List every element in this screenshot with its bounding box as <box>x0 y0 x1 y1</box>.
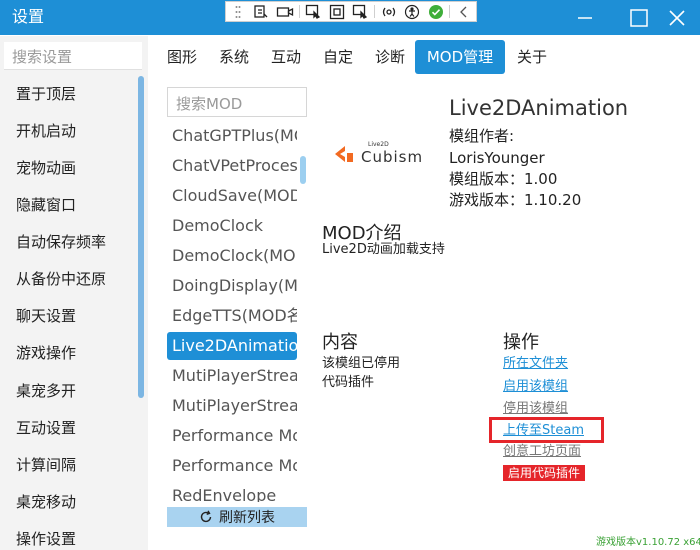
highlight-box <box>489 417 604 443</box>
mod-version: 模组版本：1.00 <box>449 170 558 188</box>
capture-toolbar <box>225 1 477 22</box>
mod-name-heading: Live2DAnimation <box>449 96 629 120</box>
mod-list-item[interactable]: EdgeTTS(MOD名 <box>167 302 297 330</box>
toolbar-divider <box>449 5 451 18</box>
mod-list-item[interactable]: MutiPlayerStrea <box>167 392 297 420</box>
tab-graphics[interactable]: 图形 <box>160 40 204 74</box>
sidebar-item-control-settings[interactable]: 操作设置 <box>16 529 76 549</box>
settings-sidebar: 搜索设置 置于顶层 开机启动 宠物动画 隐藏窗口 自动保存频率 从备份中还原 聊… <box>0 36 148 550</box>
disable-mod-link[interactable]: 停用该模组 <box>503 400 568 418</box>
sidebar-scrollbar[interactable] <box>138 76 144 398</box>
settings-window: 设置 搜索设置 置于顶层 开机启动 宠物动画 隐藏窗口 自动保存频率 从备份中还… <box>0 0 700 550</box>
logo-text: Cubism <box>361 148 424 166</box>
open-folder-link[interactable]: 所在文件夹 <box>503 355 568 373</box>
sidebar-item-interaction-settings[interactable]: 互动设置 <box>16 418 76 438</box>
collapse-icon[interactable] <box>452 2 476 21</box>
settings-search-input[interactable]: 搜索设置 <box>4 42 142 70</box>
mod-list-item[interactable]: ChatVPetProcess <box>167 152 297 180</box>
tab-custom[interactable]: 自定 <box>316 40 360 74</box>
mod-list-scrollbar[interactable] <box>300 156 306 184</box>
sidebar-item-hide-window[interactable]: 隐藏窗口 <box>16 195 76 215</box>
mod-list-item[interactable]: DemoClock <box>167 212 297 240</box>
game-version-footer: 游戏版本v1.10.72 x64 <box>596 537 700 548</box>
crop-icon[interactable] <box>348 2 372 21</box>
close-button[interactable] <box>654 0 700 35</box>
mod-list-item-selected[interactable]: Live2DAnimation <box>167 332 297 360</box>
check-icon[interactable] <box>424 2 448 21</box>
mod-list-item[interactable]: CloudSave(MOD <box>167 182 297 210</box>
accessibility-icon[interactable] <box>400 2 424 21</box>
content-type-text: 代码插件 <box>322 375 375 390</box>
mod-list-item[interactable]: DoingDisplay(MO <box>167 272 297 300</box>
minimize-icon <box>578 16 592 19</box>
tab-diagnostics[interactable]: 诊断 <box>368 40 412 74</box>
workshop-page-link[interactable]: 创意工坊页面 <box>503 443 581 461</box>
mod-list: ChatGPTPlus(MOD ChatVPetProcess CloudSav… <box>167 122 297 502</box>
sidebar-item-game-controls[interactable]: 游戏操作 <box>16 343 76 363</box>
sidebar-item-stay-on-top[interactable]: 置于顶层 <box>16 84 76 104</box>
pointer-icon[interactable] <box>301 2 325 21</box>
mod-author-value: LorisYounger <box>449 149 545 167</box>
sidebar-item-multi-instance[interactable]: 桌宠多开 <box>16 381 76 401</box>
toolbar-divider <box>373 5 375 18</box>
mod-author-label: 模组作者: <box>449 127 515 145</box>
toolbar-divider <box>298 5 300 18</box>
mod-search-input[interactable]: 搜索MOD <box>167 87 307 117</box>
settings-search-placeholder: 搜索设置 <box>12 48 73 66</box>
minimize-button[interactable] <box>562 0 608 35</box>
mod-list-item[interactable]: Performance Mo <box>167 422 297 450</box>
game-version: 游戏版本：1.10.20 <box>449 191 582 209</box>
refresh-icon <box>200 510 212 523</box>
window-select-icon[interactable] <box>325 2 349 21</box>
logo-small-text: Live2D <box>368 141 389 148</box>
mod-list-item[interactable]: MutiPlayerStrea <box>167 362 297 390</box>
drag-handle-icon[interactable] <box>226 2 250 21</box>
sidebar-item-autostart[interactable]: 开机启动 <box>16 121 76 141</box>
mod-search-placeholder: 搜索MOD <box>176 95 243 113</box>
tab-system[interactable]: 系统 <box>212 40 256 74</box>
operations-title: 操作 <box>503 332 539 353</box>
mod-list-item[interactable]: RedEnvelope <box>167 482 297 502</box>
capture-region-icon[interactable] <box>250 2 274 21</box>
enable-mod-link[interactable]: 启用该模组 <box>503 378 568 396</box>
tab-interaction[interactable]: 互动 <box>264 40 308 74</box>
title-bar[interactable]: 设置 <box>0 0 700 35</box>
sidebar-item-restore-backup[interactable]: 从备份中还原 <box>16 269 106 289</box>
maximize-icon <box>630 8 648 27</box>
tab-about[interactable]: 关于 <box>510 40 554 74</box>
sidebar-item-autosave-frequency[interactable]: 自动保存频率 <box>16 232 106 252</box>
audio-icon[interactable] <box>377 2 401 21</box>
refresh-list-button[interactable]: 刷新列表 <box>167 507 307 527</box>
mod-list-item[interactable]: DemoClock(MOD <box>167 242 297 270</box>
refresh-list-label: 刷新列表 <box>219 510 275 526</box>
live2d-cubism-logo: Live2D Cubism <box>331 140 431 170</box>
window-title: 设置 <box>12 7 45 26</box>
sidebar-item-pet-animation[interactable]: 宠物动画 <box>16 158 76 178</box>
sidebar-item-calc-interval[interactable]: 计算间隔 <box>16 455 76 475</box>
content-title: 内容 <box>322 332 358 353</box>
enable-code-plugin-button[interactable]: 启用代码插件 <box>503 465 585 481</box>
tab-mod-management[interactable]: MOD管理 <box>415 40 505 74</box>
record-icon[interactable] <box>273 2 297 21</box>
sidebar-item-chat-settings[interactable]: 聊天设置 <box>16 306 76 326</box>
mod-list-item[interactable]: Performance Mo <box>167 452 297 480</box>
mod-list-item[interactable]: ChatGPTPlus(MOD <box>167 122 297 150</box>
sidebar-item-pet-movement[interactable]: 桌宠移动 <box>16 492 76 512</box>
mod-intro-text: Live2D动画加载支持 <box>322 242 445 257</box>
close-icon <box>669 9 685 26</box>
content-status-text: 该模组已停用 <box>322 356 401 371</box>
